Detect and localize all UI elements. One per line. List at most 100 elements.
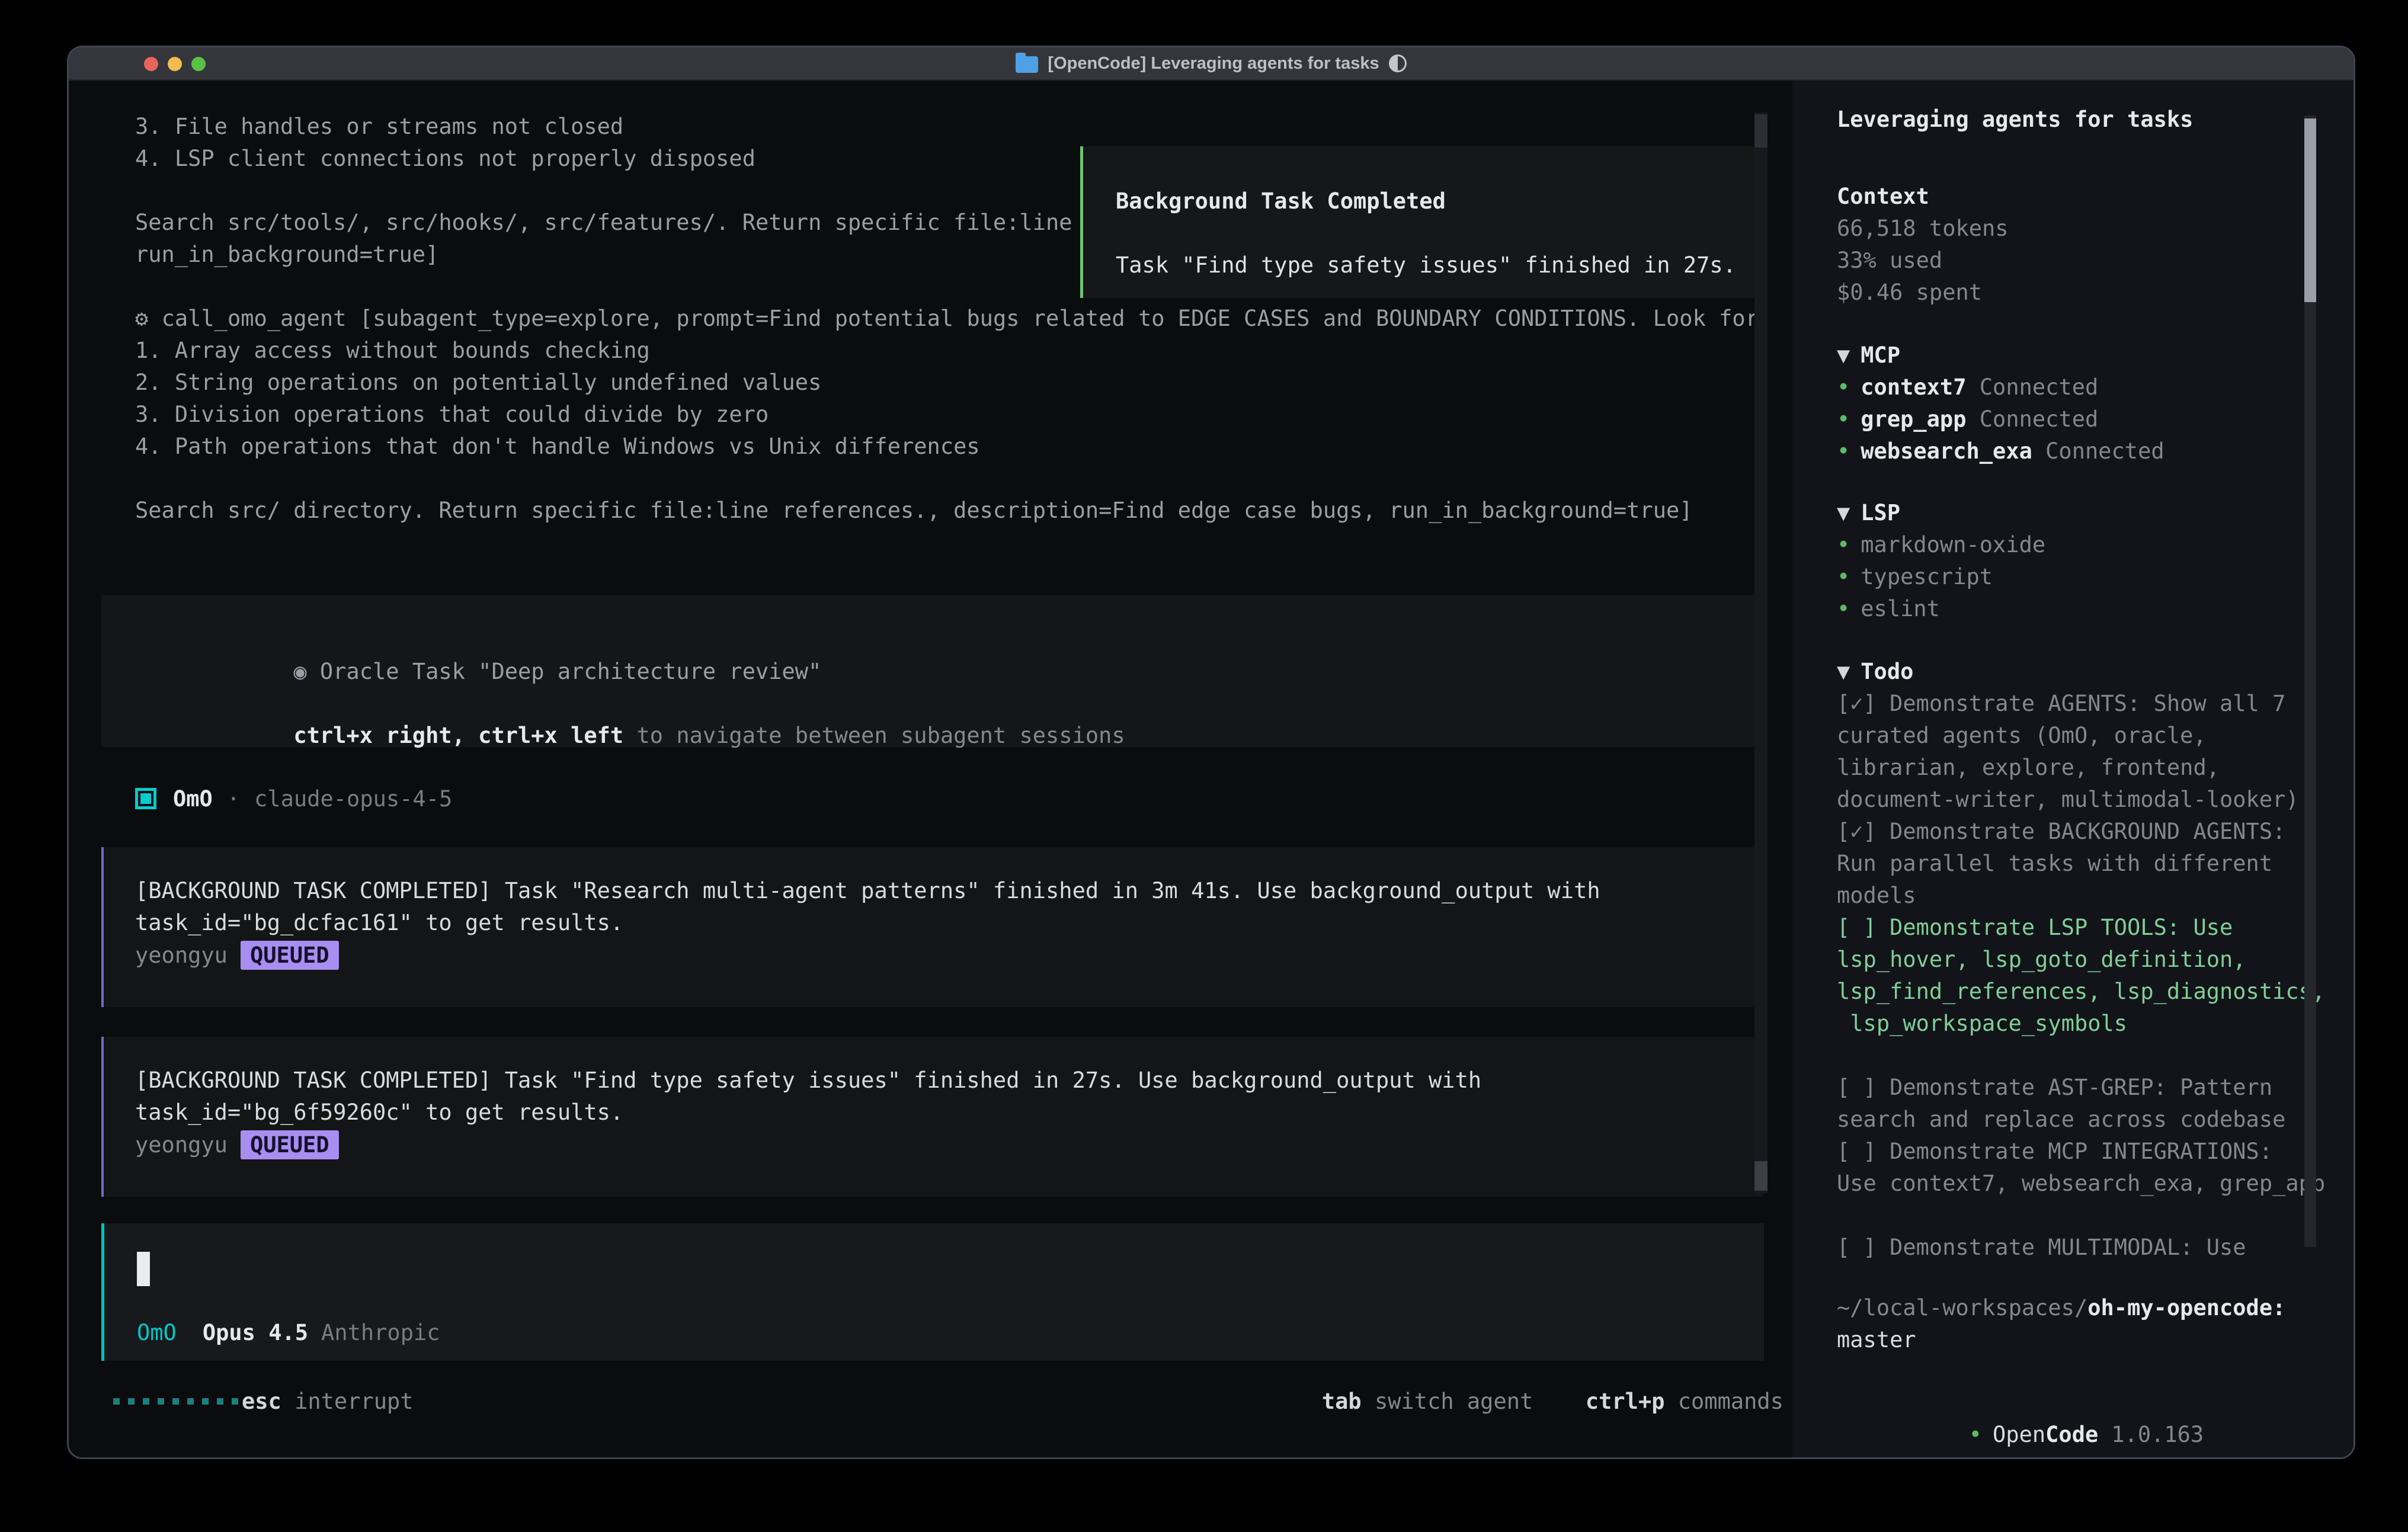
todo-item-line: models <box>1837 880 2353 912</box>
sidebar-scrollbar-thumb[interactable] <box>2304 118 2316 302</box>
message-line-2: task_id="bg_dcfac161" to get results. <box>135 910 623 935</box>
message-line-2: task_id="bg_6f59260c" to get results. <box>135 1100 623 1125</box>
scrollback-line: 3. File handles or streams not closed <box>135 111 1072 143</box>
connected-bullet-icon: • <box>1837 438 1850 464</box>
opencode-terminal-window: [OpenCode] Leveraging agents for tasks 3… <box>67 46 2355 1459</box>
todo-item-line: curated agents (OmO, oracle, <box>1837 720 2353 752</box>
lsp-server-row: •eslint <box>1837 593 2353 625</box>
context-tokens: 66,518 tokens <box>1837 213 2353 245</box>
mcp-server-status: Connected <box>1967 406 2099 432</box>
connected-bullet-icon: • <box>1837 374 1850 400</box>
todo-item-line: [✓] Demonstrate BACKGROUND AGENTS: <box>1837 816 2353 848</box>
oracle-task-panel: ◉ Oracle Task "Deep architecture review"… <box>101 595 1761 747</box>
ctrlp-key-hint[interactable]: ctrl+p <box>1586 1389 1665 1414</box>
esc-key-label: interrupt <box>294 1389 413 1414</box>
sidebar-scrollbar[interactable] <box>2304 116 2316 1247</box>
oracle-icon: ◉ <box>293 659 306 684</box>
todo-item-line: [ ] Demonstrate LSP TOOLS: Use <box>1837 912 2353 944</box>
spinner-dot-icon <box>158 1398 164 1405</box>
collapse-triangle-icon[interactable]: ▼ <box>1837 342 1850 368</box>
agent-name: OmO <box>173 786 213 812</box>
message-author: yeongyu <box>135 1132 228 1158</box>
main-scrollbar-thumb-bottom[interactable] <box>1754 1161 1767 1191</box>
todo-section-header[interactable]: ▼Todo <box>1837 656 2353 688</box>
lsp-bullet-icon: • <box>1837 532 1850 557</box>
spinner-dots <box>113 1398 238 1405</box>
mcp-server-name: websearch_exa <box>1861 438 2032 464</box>
todo-item-line: search and replace across codebase <box>1837 1104 2353 1136</box>
queued-status-badge: QUEUED <box>241 1130 339 1159</box>
status-bullet-icon: • <box>1969 1422 1982 1447</box>
todo-item-line: Run parallel tasks with different <box>1837 848 2353 880</box>
prompt-input[interactable]: OmO Opus 4.5 Anthropic <box>101 1223 1764 1361</box>
window-titlebar[interactable]: [OpenCode] Leveraging agents for tasks <box>69 47 2353 81</box>
spinner-dot-icon <box>143 1398 149 1405</box>
sidebar-session-title: Leveraging agents for tasks <box>1837 104 2353 136</box>
todo-item: [ ] Demonstrate AST-GREP: Patternsearch … <box>1837 1072 2353 1136</box>
message-line-1: [BACKGROUND TASK COMPLETED] Task "Find t… <box>135 1068 1481 1093</box>
lsp-section-header[interactable]: ▼LSP <box>1837 497 2353 529</box>
tool-call-header-line: ⚙ call_omo_agent [subagent_type=explore,… <box>135 303 1759 335</box>
agent-checkbox-icon <box>135 788 156 809</box>
lsp-server-row: • markdown-oxide <box>1837 529 2353 561</box>
lsp-bullet-icon: • <box>1837 564 1850 589</box>
todo-item: [ ] Demonstrate LSP TOOLS: Uselsp_hover,… <box>1837 912 2353 1040</box>
todo-item: [ ] Demonstrate MULTIMODAL: Use <box>1837 1232 2353 1264</box>
collapse-triangle-icon[interactable]: ▼ <box>1837 500 1850 525</box>
input-model-label: Opus 4.5 <box>203 1320 308 1345</box>
mcp-server-row: •context7 Connected <box>1837 371 2353 403</box>
mcp-section-header[interactable]: ▼MCP <box>1837 339 2353 371</box>
background-task-message-2: [BACKGROUND TASK COMPLETED] Task "Find t… <box>101 1037 1763 1197</box>
todo-item-line: [ ] Demonstrate MCP INTEGRATIONS: <box>1837 1136 2353 1168</box>
collapse-triangle-icon[interactable]: ▼ <box>1837 659 1850 684</box>
mcp-items: •context7 Connected•grep_app Connected • w… <box>1837 371 2353 467</box>
todo-item-line: librarian, explore, frontend, <box>1837 752 2353 784</box>
context-spent: $0.46 spent <box>1837 277 2353 309</box>
todo-item: [ ] Demonstrate MCP INTEGRATIONS:Use con… <box>1837 1136 2353 1200</box>
tab-key-hint[interactable]: tab <box>1322 1389 1362 1414</box>
session-sidebar: Leveraging agents for tasks Context 66,5… <box>1792 81 2353 1457</box>
lsp-server-name: typescript <box>1861 564 1993 589</box>
spinner-dot-icon <box>202 1398 209 1405</box>
input-meta-row: OmO Opus 4.5 Anthropic <box>137 1320 440 1345</box>
scrollback-line: run_in_background=true] <box>135 239 1072 271</box>
lsp-server-name: eslint <box>1861 596 1940 621</box>
input-provider-label: Anthropic <box>321 1320 440 1345</box>
spinner-dot-icon <box>128 1398 135 1405</box>
message-meta-row: yeongyu QUEUED <box>135 941 339 970</box>
spinner-dot-icon <box>232 1398 238 1405</box>
tool-call-line: 1. Array access without bounds checking <box>135 335 1759 367</box>
spinner-dot-icon <box>113 1398 120 1405</box>
todo-item-line: document-writer, multimodal-looker) <box>1837 784 2353 816</box>
message-author: yeongyu <box>135 943 228 968</box>
status-bar: esc interrupt tab switch agent ctrl+p co… <box>113 1386 1783 1418</box>
main-scrollbar-thumb-top[interactable] <box>1754 114 1767 148</box>
background-task-notification: Background Task Completed Task "Find typ… <box>1080 146 1762 298</box>
terminal-content: 3. File handles or streams not closed4. … <box>69 81 2353 1457</box>
screenshot-stage: [OpenCode] Leveraging agents for tasks 3… <box>0 0 2408 1532</box>
todo-item-line: lsp_hover, lsp_goto_definition, <box>1837 944 2353 976</box>
spinner-dot-icon <box>187 1398 194 1405</box>
esc-key-hint[interactable]: esc <box>242 1389 281 1414</box>
message-line-1: [BACKGROUND TASK COMPLETED] Task "Resear… <box>135 878 1600 903</box>
message-meta-row: yeongyu QUEUED <box>135 1130 339 1159</box>
half-circle-icon <box>1389 55 1407 72</box>
lsp-items: • markdown-oxide • typescript •eslint <box>1837 529 2353 625</box>
chat-main-panel: 3. File handles or streams not closed4. … <box>69 81 1792 1457</box>
todo-item: [✓] Demonstrate AGENTS: Show all 7curate… <box>1837 688 2353 816</box>
context-used: 33% used <box>1837 245 2353 277</box>
status-left-group: esc interrupt <box>242 1386 414 1418</box>
tool-call-text: ⚙ call_omo_agent [subagent_type=explore,… <box>135 303 1759 527</box>
todo-item: [✓] Demonstrate BACKGROUND AGENTS:Run pa… <box>1837 816 2353 912</box>
oracle-hint-keys: ctrl+x right, ctrl+x left <box>293 723 623 748</box>
tab-key-label: switch agent <box>1375 1389 1533 1414</box>
mcp-server-row: •grep_app Connected <box>1837 403 2353 435</box>
agent-session-header[interactable]: OmO · claude-opus-4-5 <box>135 783 452 815</box>
mcp-server-row: •websearch_exa Connected <box>1837 435 2353 467</box>
context-heading: Context <box>1837 181 2353 213</box>
main-scrollbar[interactable] <box>1754 113 1767 1194</box>
lsp-server-name: markdown-oxide <box>1861 532 2045 557</box>
todo-item-line: lsp_find_references, lsp_diagnostics, <box>1837 976 2353 1008</box>
status-right-group: tab switch agent ctrl+p commands <box>1322 1386 1783 1418</box>
gear-icon: ⚙ <box>135 306 162 331</box>
